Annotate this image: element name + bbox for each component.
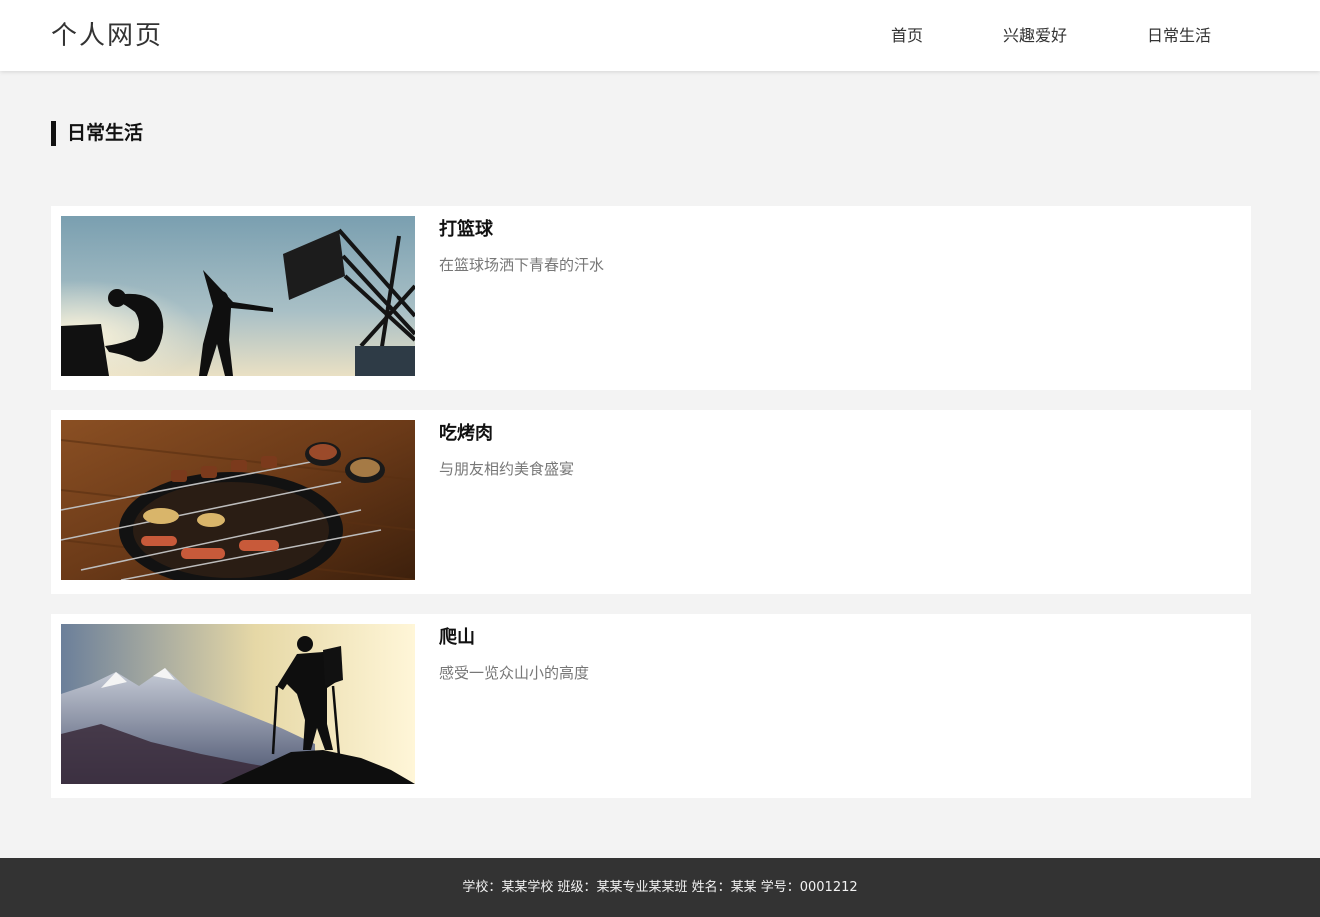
card-description: 与朋友相约美食盛宴: [439, 460, 575, 478]
main-nav: 首页 兴趣爱好 日常生活: [0, 24, 1320, 48]
card-description: 在篮球场洒下青春的汗水: [439, 256, 605, 274]
card-title[interactable]: 爬山: [439, 626, 475, 650]
card-hiking[interactable]: 爬山 感受一览众山小的高度: [51, 614, 1251, 798]
card-title[interactable]: 吃烤肉: [439, 422, 493, 446]
nav-item-daily-life[interactable]: 日常生活: [1147, 24, 1211, 48]
nav-item-hobbies[interactable]: 兴趣爱好: [1003, 24, 1067, 48]
basketball-image[interactable]: [61, 216, 415, 376]
card-basketball[interactable]: 打篮球 在篮球场洒下青春的汗水: [51, 206, 1251, 390]
card-description: 感受一览众山小的高度: [439, 664, 590, 682]
section-title: 日常生活: [51, 121, 143, 146]
site-footer: 学校：某某学校 班级：某某专业某某班 姓名：某某 学号：0001212: [0, 858, 1320, 917]
nav-item-home[interactable]: 首页: [891, 24, 923, 48]
site-header: 个人网页 首页 兴趣爱好 日常生活: [0, 0, 1320, 71]
barbecue-image[interactable]: [61, 420, 415, 580]
hiking-image[interactable]: [61, 624, 415, 784]
card-title[interactable]: 打篮球: [439, 218, 493, 242]
card-barbecue[interactable]: 吃烤肉 与朋友相约美食盛宴: [51, 410, 1251, 594]
